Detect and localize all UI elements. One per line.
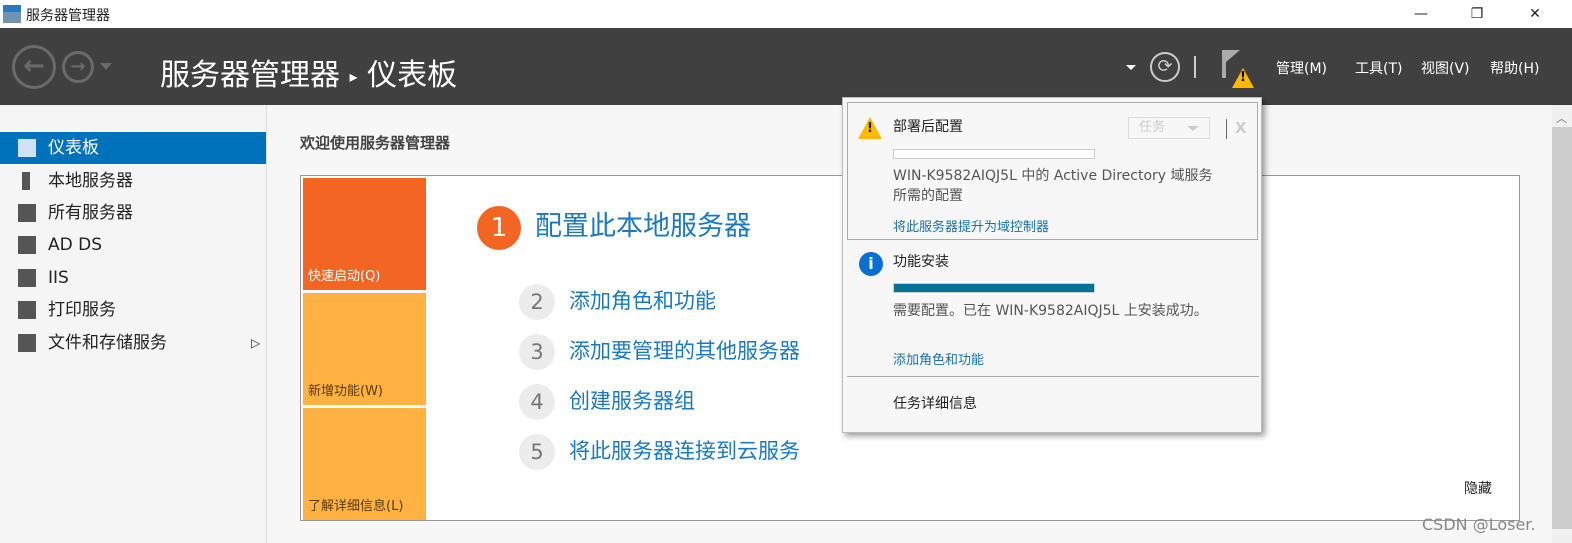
notification-title: 功能安装 bbox=[893, 254, 949, 270]
notification-text: 需要配置。已在 WIN-K9582AIQJ5L 上安装成功。 bbox=[893, 303, 1208, 319]
notification-title: 部署后配置 bbox=[893, 119, 963, 135]
chevron-down-icon bbox=[1187, 126, 1199, 131]
step-number: 4 bbox=[519, 384, 555, 420]
menu-help[interactable]: 帮助(H) bbox=[1490, 58, 1539, 78]
flag-pennant bbox=[1226, 50, 1240, 62]
step-label: 添加角色和功能 bbox=[569, 289, 716, 313]
sidebar-item-iis[interactable]: IIS bbox=[0, 262, 266, 294]
hide-link[interactable]: 隐藏 bbox=[1464, 478, 1492, 498]
step-number: 1 bbox=[477, 205, 521, 250]
task-dropdown[interactable]: 任务 bbox=[1128, 117, 1210, 139]
tile-whats-new[interactable]: 新增功能(W) bbox=[303, 293, 426, 405]
divider bbox=[1194, 56, 1196, 78]
add-roles-link[interactable]: 添加角色和功能 bbox=[893, 349, 984, 368]
breadcrumb-page: 仪表板 bbox=[367, 58, 458, 93]
step-number: 5 bbox=[519, 434, 555, 470]
tile-label: 了解详细信息(L) bbox=[308, 499, 404, 514]
servers-icon bbox=[18, 204, 36, 222]
scrollbar-thumb[interactable] bbox=[1552, 127, 1572, 529]
progress-bar bbox=[893, 149, 1095, 159]
sidebar-item-print-services[interactable]: 打印服务 bbox=[0, 294, 266, 326]
sidebar-item-dashboard[interactable]: 仪表板 bbox=[0, 132, 266, 164]
printer-icon bbox=[18, 301, 36, 319]
breadcrumb: 服务器管理器 ▸ 仪表板 bbox=[160, 50, 457, 94]
file-storage-icon bbox=[18, 334, 36, 352]
step-configure-local-server[interactable]: 1 配置此本地服务器 bbox=[477, 204, 751, 250]
close-button[interactable]: ✕ bbox=[1512, 2, 1558, 26]
step-label: 创建服务器组 bbox=[569, 389, 695, 413]
step-add-servers[interactable]: 3 添加要管理的其他服务器 bbox=[519, 334, 800, 370]
notification-text-2: 所需的配置 bbox=[893, 188, 963, 204]
breadcrumb-separator-icon: ▸ bbox=[349, 67, 358, 86]
welcome-heading: 欢迎使用服务器管理器 bbox=[300, 134, 451, 152]
window-title: 服务器管理器 bbox=[26, 8, 110, 24]
menu-manage[interactable]: 管理(M) bbox=[1276, 58, 1327, 78]
tile-label: 快速启动(Q) bbox=[308, 269, 381, 284]
dismiss-button[interactable]: X bbox=[1235, 119, 1247, 137]
expand-arrow-icon[interactable]: ▷ bbox=[251, 327, 260, 359]
step-create-group[interactable]: 4 创建服务器组 bbox=[519, 384, 695, 420]
notification-post-deploy: ! 部署后配置 任务 X WIN-K9582AIQJ5L 中的 Active D… bbox=[847, 102, 1258, 240]
tile-learn-more[interactable]: 了解详细信息(L) bbox=[303, 408, 426, 520]
maximize-button[interactable]: ❐ bbox=[1454, 2, 1500, 26]
sidebar-item-file-storage[interactable]: 文件和存储服务 ▷ bbox=[0, 327, 266, 359]
notifications-popup: ! 部署后配置 任务 X WIN-K9582AIQJ5L 中的 Active D… bbox=[842, 97, 1262, 433]
warning-mark: ! bbox=[1240, 70, 1246, 85]
sidebar-item-local-server[interactable]: 本地服务器 bbox=[0, 165, 266, 197]
step-number: 2 bbox=[519, 284, 555, 320]
step-label: 配置此本地服务器 bbox=[535, 211, 751, 242]
dashboard-icon bbox=[18, 139, 36, 157]
menu-view[interactable]: 视图(V) bbox=[1421, 58, 1470, 78]
sidebar-item-label: 仪表板 bbox=[48, 138, 99, 158]
refresh-icon[interactable]: ⟳ bbox=[1150, 52, 1180, 82]
menu-tools[interactable]: 工具(T) bbox=[1355, 58, 1402, 78]
forward-button[interactable]: → bbox=[62, 51, 94, 83]
sidebar-item-label: 本地服务器 bbox=[48, 171, 133, 191]
app-icon bbox=[3, 5, 21, 23]
scroll-up-icon[interactable]: ︿ bbox=[1556, 110, 1567, 126]
header-bar: ← → 服务器管理器 ▸ 仪表板 ⟳ ! 管理(M) 工具(T) 视图(V) 帮… bbox=[0, 28, 1572, 105]
sidebar-item-label: 所有服务器 bbox=[48, 203, 133, 223]
sidebar-item-all-servers[interactable]: 所有服务器 bbox=[0, 197, 266, 229]
divider bbox=[1226, 119, 1227, 139]
divider bbox=[847, 376, 1259, 377]
step-connect-cloud[interactable]: 5 将此服务器连接到云服务 bbox=[519, 434, 800, 470]
dropdown-icon[interactable] bbox=[1126, 65, 1136, 70]
progress-bar bbox=[893, 283, 1095, 293]
sidebar-item-label: 文件和存储服务 bbox=[48, 333, 167, 353]
task-details-link[interactable]: 任务详细信息 bbox=[893, 393, 977, 413]
step-add-roles[interactable]: 2 添加角色和功能 bbox=[519, 284, 716, 320]
task-dropdown-label: 任务 bbox=[1139, 120, 1166, 135]
sidebar-item-ad-ds[interactable]: AD DS bbox=[0, 229, 266, 261]
minimize-button[interactable]: — bbox=[1398, 2, 1444, 26]
ad-ds-icon bbox=[18, 236, 36, 254]
breadcrumb-app: 服务器管理器 bbox=[160, 58, 340, 93]
promote-dc-link[interactable]: 将此服务器提升为域控制器 bbox=[893, 216, 1049, 235]
info-icon: i bbox=[859, 252, 883, 276]
server-icon bbox=[22, 172, 30, 190]
step-label: 添加要管理的其他服务器 bbox=[569, 339, 800, 363]
notification-text: WIN-K9582AIQJ5L 中的 Active Directory 域服务 bbox=[893, 168, 1213, 184]
back-button[interactable]: ← bbox=[12, 45, 56, 89]
iis-icon bbox=[18, 269, 36, 287]
tile-quick-start[interactable]: 快速启动(Q) bbox=[303, 178, 426, 290]
title-bar: 服务器管理器 — ❐ ✕ bbox=[0, 0, 1572, 28]
sidebar-item-label: IIS bbox=[48, 268, 69, 288]
progress-fill bbox=[894, 284, 1094, 292]
sidebar-item-label: AD DS bbox=[48, 235, 103, 255]
step-number: 3 bbox=[519, 334, 555, 370]
tile-label: 新增功能(W) bbox=[308, 384, 383, 399]
sidebar: 仪表板 本地服务器 所有服务器 AD DS IIS 打印服务 文件和存储服务 ▷ bbox=[0, 105, 267, 543]
step-label: 将此服务器连接到云服务 bbox=[569, 439, 800, 463]
sidebar-item-label: 打印服务 bbox=[48, 300, 116, 320]
watermark: CSDN @Loser‌. bbox=[1422, 515, 1536, 534]
history-dropdown-icon[interactable] bbox=[100, 63, 112, 70]
warning-mark: ! bbox=[867, 121, 873, 136]
